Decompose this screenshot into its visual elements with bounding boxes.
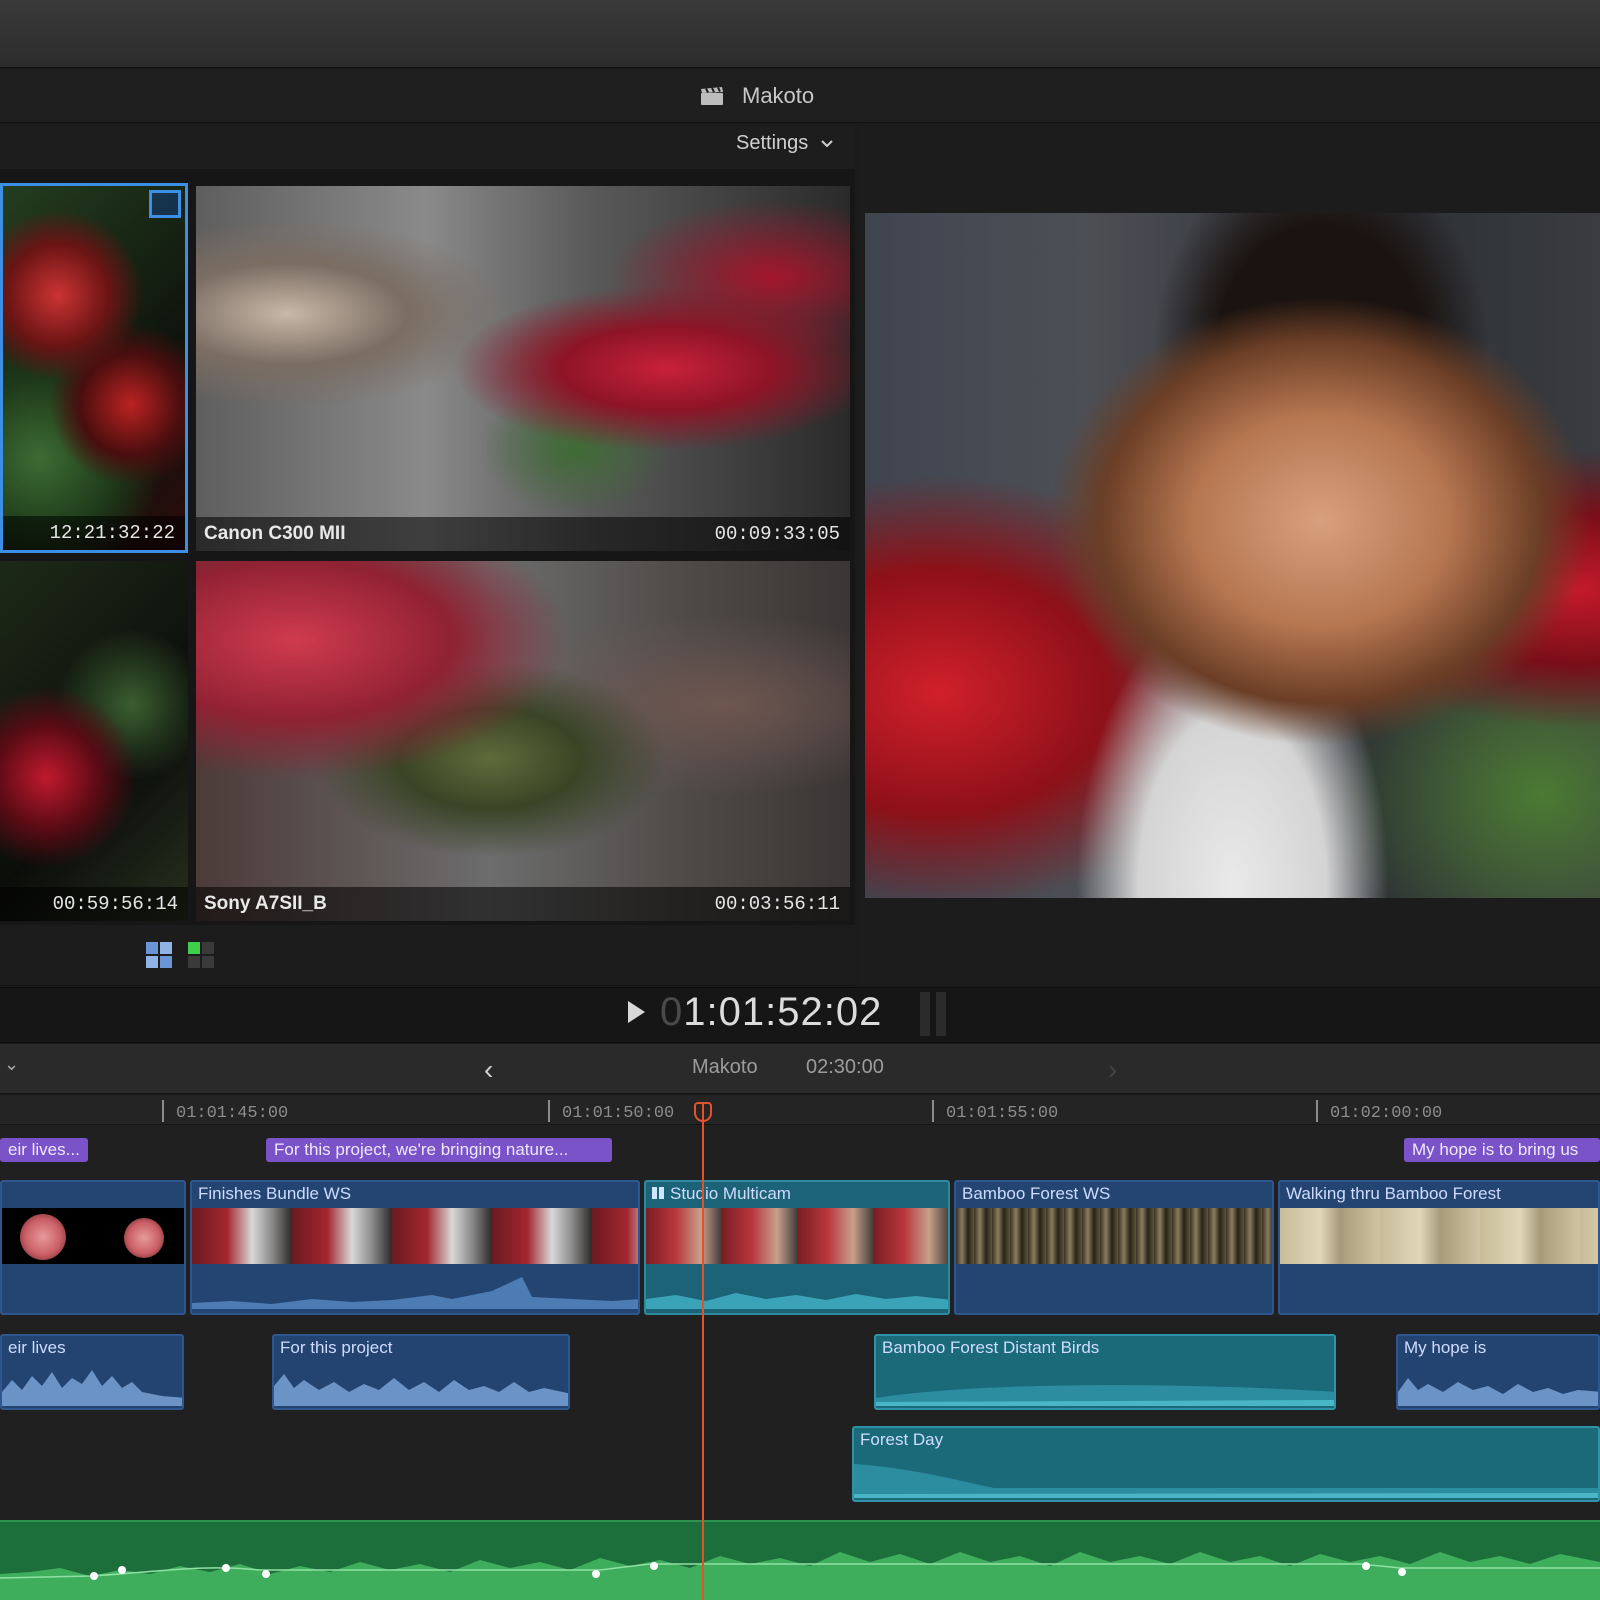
active-angle-badge-icon	[149, 190, 181, 218]
caption-marker[interactable]: For this project, we're bringing nature.…	[266, 1138, 612, 1162]
clip-name: My hope is	[1404, 1338, 1487, 1357]
project-title-group: Makoto	[700, 80, 814, 112]
clip-name: For this project	[280, 1338, 393, 1357]
angle-viewer-toolbar	[0, 925, 855, 985]
timeline-project-name: Makoto	[692, 1056, 758, 1078]
clip-name: Forest Day	[860, 1430, 944, 1449]
angle-label-bar: Canon C300 MII 00:09:33:05	[196, 517, 850, 551]
clapperboard-icon	[700, 86, 724, 106]
clip-name: Walking thru Bamboo Forest	[1286, 1184, 1501, 1203]
meter-right	[936, 992, 946, 1036]
clip-filmstrip	[192, 1208, 638, 1264]
ruler-tick: 01:01:55:00	[931, 1100, 1059, 1123]
clip-name: Bamboo Forest Distant Birds	[882, 1338, 1100, 1357]
meter-left	[920, 992, 930, 1036]
playhead-handle-icon[interactable]	[694, 1102, 712, 1122]
timeline-back-button[interactable]: ‹	[484, 1054, 493, 1086]
angle-name: Sony A7SII_B	[204, 893, 327, 914]
audio-clip[interactable]: eir lives	[0, 1334, 184, 1410]
angle-timecode: 00:09:33:05	[714, 523, 840, 545]
project-title: Makoto	[742, 83, 815, 108]
playhead[interactable]	[702, 1104, 704, 1600]
multicam-icon	[652, 1187, 664, 1199]
timeline-header	[0, 1044, 1600, 1094]
audio-waveform	[876, 1385, 1334, 1406]
settings-label: Settings	[736, 132, 809, 154]
clip-name: Bamboo Forest WS	[962, 1184, 1111, 1203]
clip-filmstrip	[2, 1208, 184, 1264]
ruler-tick: 01:02:00:00	[1315, 1100, 1443, 1123]
chevron-down-icon	[821, 139, 833, 147]
angle-label-bar: 12:21:32:22	[3, 516, 185, 550]
audio-waveform	[192, 1277, 638, 1309]
video-clip[interactable]: Bamboo Forest WS	[954, 1180, 1274, 1315]
video-clip[interactable]: Finishes Bundle WS	[190, 1180, 640, 1315]
angle-timecode: 00:59:56:14	[52, 893, 178, 915]
video-clip[interactable]	[0, 1180, 186, 1315]
viewer-frame	[865, 213, 1600, 898]
clip-filmstrip	[646, 1208, 948, 1264]
angle-2[interactable]: Canon C300 MII 00:09:33:05	[196, 186, 850, 551]
playhead-timecode[interactable]: 01:01:52:02	[660, 990, 882, 1035]
angle-name: Canon C300 MII	[204, 523, 346, 544]
ruler-tick: 01:01:45:00	[161, 1100, 289, 1123]
clip-name: eir lives	[8, 1338, 66, 1357]
audio-clip[interactable]: Bamboo Forest Distant Birds	[874, 1334, 1336, 1410]
clip-filmstrip	[1280, 1208, 1598, 1264]
window-toolbar	[0, 0, 1600, 68]
audio-clip[interactable]: Forest Day	[852, 1426, 1600, 1502]
timecode-value: 1:01:52:02	[683, 990, 883, 1034]
angle-4[interactable]: Sony A7SII_B 00:03:56:11	[196, 561, 850, 921]
audio-waveform	[274, 1374, 568, 1406]
timeline-options-chevron-icon[interactable]: ⌄	[4, 1054, 19, 1075]
audio-meter	[920, 992, 954, 1036]
audio-waveform	[854, 1464, 1598, 1498]
music-track[interactable]	[0, 1520, 1600, 1600]
play-icon[interactable]	[628, 1001, 645, 1023]
angle-label-bar: 00:59:56:14	[0, 887, 188, 921]
multicam-clip[interactable]: Studio Multicam	[644, 1180, 950, 1315]
clip-name: Studio Multicam	[652, 1184, 791, 1204]
clip-filmstrip	[956, 1208, 1272, 1264]
angle-timecode: 12:21:32:22	[49, 522, 175, 544]
ruler-tick: 01:01:50:00	[547, 1100, 675, 1123]
audio-waveform	[0, 1552, 1600, 1600]
audio-clip[interactable]: For this project	[272, 1334, 570, 1410]
angle-viewer-header	[0, 124, 855, 169]
audio-clip[interactable]: My hope is	[1396, 1334, 1600, 1410]
video-only-switch-icon[interactable]	[188, 942, 214, 968]
caption-marker[interactable]: My hope is to bring us	[1404, 1138, 1600, 1162]
settings-dropdown[interactable]: Settings	[736, 132, 834, 155]
video-and-audio-switch-icon[interactable]	[146, 942, 172, 968]
audio-waveform	[2, 1370, 182, 1406]
multicam-clip-name: Studio Multicam	[670, 1184, 791, 1203]
angle-label-bar: Sony A7SII_B 00:03:56:11	[196, 887, 850, 921]
timeline-duration: 02:30:00	[806, 1056, 884, 1078]
angle-timecode: 00:03:56:11	[714, 893, 840, 915]
audio-waveform	[646, 1293, 948, 1309]
angle-1[interactable]: 12:21:32:22	[0, 183, 188, 553]
angle-3[interactable]: 00:59:56:14	[0, 561, 188, 921]
caption-marker[interactable]: eir lives...	[0, 1138, 88, 1162]
audio-waveform	[1398, 1378, 1598, 1406]
clip-name: Finishes Bundle WS	[198, 1184, 352, 1203]
timeline-forward-button[interactable]: ›	[1108, 1054, 1117, 1086]
timecode-leading-digit: 0	[660, 990, 684, 1034]
video-clip[interactable]: Walking thru Bamboo Forest	[1278, 1180, 1600, 1315]
